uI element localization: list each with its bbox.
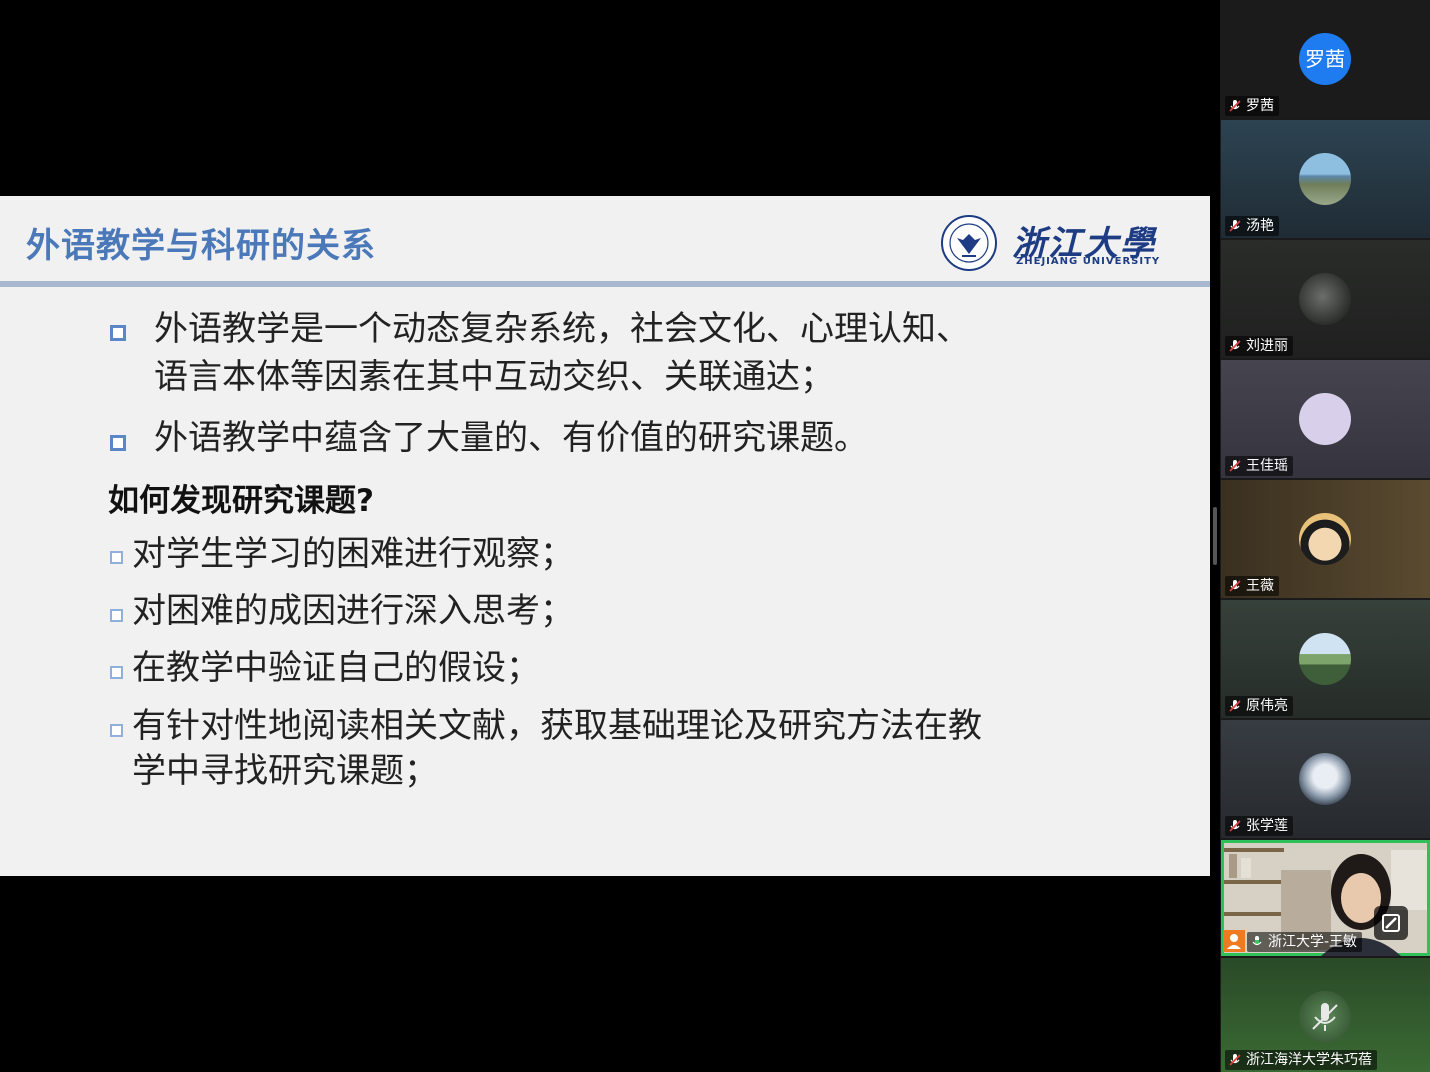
- bullet-marker: [110, 435, 126, 451]
- scrollbar[interactable]: [1213, 507, 1217, 565]
- participant-name-tag: 浙江大学-王敏: [1247, 932, 1363, 952]
- mic-muted-icon: [1229, 820, 1241, 832]
- participant-name: 原伟亮: [1246, 698, 1288, 714]
- participant-name-tag: 王佳瑶: [1225, 456, 1293, 476]
- participant-tile[interactable]: 原伟亮: [1221, 600, 1430, 718]
- participant-name-tag: 王薇: [1225, 576, 1279, 596]
- participant-tile[interactable]: 王佳瑶: [1221, 360, 1430, 478]
- participant-name: 王薇: [1246, 578, 1274, 594]
- bullet-marker: [110, 666, 123, 679]
- bullet-line: 外语教学中蕴含了大量的、有价值的研究课题。: [154, 418, 868, 458]
- logo-subtitle: ZHEJIANG UNIVERSITY: [1016, 256, 1161, 267]
- mic-muted-icon: [1229, 460, 1241, 472]
- mic-muted-icon: [1229, 220, 1241, 232]
- fish-icon: [1299, 273, 1351, 325]
- participant-tile[interactable]: 浙江海洋大学朱巧蓓: [1221, 958, 1430, 1072]
- participant-tile[interactable]: 罗茜 罗茜: [1221, 0, 1430, 118]
- bullet-line: 学中寻找研究课题；: [132, 751, 438, 791]
- participant-tile[interactable]: 汤艳: [1221, 120, 1430, 238]
- participant-tile[interactable]: 刘进丽: [1221, 240, 1430, 358]
- host-icon: [1223, 930, 1245, 952]
- mic-muted-icon: [1229, 100, 1241, 112]
- cartoon-avatar-icon: [1299, 513, 1351, 565]
- participant-name: 张学莲: [1246, 818, 1288, 834]
- building-avatar-icon: [1299, 633, 1351, 685]
- bullet-marker: [110, 325, 126, 341]
- participant-name: 刘进丽: [1246, 338, 1288, 354]
- microphone-avatar-icon: [1299, 991, 1351, 1043]
- mic-active-icon: [1252, 936, 1262, 946]
- participant-name-tag: 汤艳: [1225, 216, 1279, 236]
- active-speaker-tile[interactable]: 浙江大学-王敏: [1221, 840, 1430, 956]
- bullet-line: 对学生学习的困难进行观察；: [132, 534, 574, 574]
- participant-name-tag: 浙江海洋大学朱巧蓓: [1225, 1050, 1377, 1070]
- blank-avatar-icon: [1299, 393, 1351, 445]
- bullet-line: 外语教学是一个动态复杂系统，社会文化、心理认知、: [154, 309, 970, 349]
- bullet-marker: [110, 551, 123, 564]
- participant-name: 浙江大学-王敏: [1268, 934, 1358, 950]
- participant-name-tag: 罗茜: [1225, 96, 1279, 116]
- university-seal-icon: [941, 215, 997, 271]
- zhejiang-university-logo: 浙江大學 ZHEJIANG UNIVERSITY: [940, 214, 1160, 276]
- participant-tile[interactable]: 张学莲: [1221, 720, 1430, 838]
- bullet-line: 有针对性地阅读相关文献，获取基础理论及研究方法在教: [132, 706, 982, 746]
- avatar: 罗茜: [1299, 33, 1351, 85]
- participant-tile[interactable]: 王薇: [1221, 480, 1430, 598]
- participant-name-tag: 原伟亮: [1225, 696, 1293, 716]
- participant-name: 罗茜: [1246, 98, 1274, 114]
- edit-icon[interactable]: [1374, 906, 1408, 940]
- landscape-icon: [1299, 153, 1351, 205]
- mic-muted-icon: [1229, 340, 1241, 352]
- bullet-line: 语言本体等因素在其中互动交织、关联通达；: [154, 357, 834, 397]
- slide-title: 外语教学与科研的关系: [26, 226, 376, 266]
- bullet-marker: [110, 609, 123, 622]
- participant-name: 汤艳: [1246, 218, 1274, 234]
- mic-muted-icon: [1229, 700, 1241, 712]
- bullet-line: 在教学中验证自己的假设；: [132, 648, 540, 688]
- mic-muted-icon: [1229, 1054, 1241, 1066]
- participant-name-tag: 刘进丽: [1225, 336, 1293, 356]
- mic-muted-icon: [1229, 580, 1241, 592]
- slide-subheading: 如何发现研究课题?: [108, 483, 374, 519]
- participant-name-tag: 张学莲: [1225, 816, 1293, 836]
- participant-name: 浙江海洋大学朱巧蓓: [1246, 1052, 1372, 1068]
- title-divider: [0, 281, 1210, 287]
- participant-name: 王佳瑶: [1246, 458, 1288, 474]
- bullet-line: 对困难的成因进行深入思考；: [132, 591, 574, 631]
- moon-avatar-icon: [1299, 753, 1351, 805]
- bullet-marker: [110, 724, 123, 737]
